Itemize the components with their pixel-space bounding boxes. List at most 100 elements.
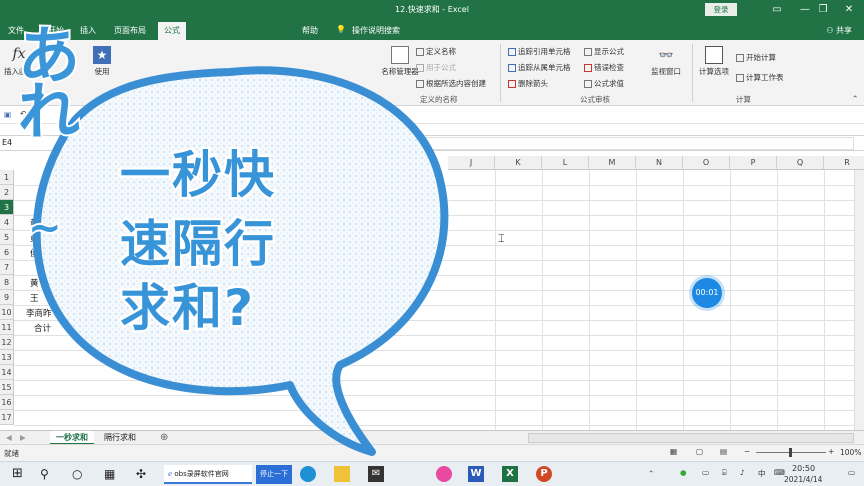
row-header[interactable]: 2 [0,185,14,200]
column-header[interactable]: J [448,156,495,170]
ime-mode-icon[interactable]: 中 [758,468,766,479]
row-header[interactable]: 11 [0,320,14,335]
row-header[interactable]: 14 [0,365,14,380]
search-icon[interactable]: ⚲ [40,466,56,482]
save-icon[interactable]: ▣ [4,110,11,119]
zoom-in-icon[interactable]: + [828,447,834,456]
excel-icon[interactable]: X [502,466,518,482]
trace-dependents-button[interactable]: 追踪从属单元格 [508,62,571,73]
normal-view-icon[interactable]: ▦ [670,447,677,456]
row-header[interactable]: 15 [0,380,14,395]
windows-start-icon[interactable]: ⊞ [12,466,28,482]
column-header[interactable]: R [824,156,864,170]
row-header[interactable]: 8 [0,275,14,290]
remove-arrows-button[interactable]: 删除箭头 [508,78,548,89]
show-formulas-button[interactable]: 显示公式 [584,46,624,57]
column-header[interactable]: K [495,156,542,170]
tab-page-layout[interactable]: 页面布局 [114,25,146,36]
horizontal-scrollbar[interactable] [528,433,854,443]
page-break-view-icon[interactable]: ▤ [720,447,727,456]
table-cell[interactable]: 王 [30,292,39,304]
name-manager-button[interactable]: 名称管理器 [380,46,420,77]
table-cell[interactable]: 黄 [30,277,39,289]
tell-me-search[interactable]: 操作说明搜索 [352,25,400,36]
collapse-ribbon-icon[interactable]: ⌃ [852,94,858,103]
mail-icon[interactable]: ✉ [368,466,384,482]
zoom-out-icon[interactable]: − [744,447,750,456]
zoom-slider-thumb[interactable] [789,448,792,457]
row-header[interactable]: 3 [0,200,14,215]
row-header[interactable]: 17 [0,410,14,425]
tray-app-icon[interactable]: ● [680,468,687,477]
create-from-selection-button[interactable]: 根据所选内容创建 [416,78,486,89]
person-icon: ⚇ [826,26,836,35]
trace-precedents-button[interactable]: 追踪引用单元格 [508,46,571,57]
row-header[interactable]: 5 [0,230,14,245]
zoom-level[interactable]: 100% [840,448,861,457]
row-header[interactable]: 16 [0,395,14,410]
column-header[interactable]: N [636,156,683,170]
headline-line-3: 求和? [118,277,256,340]
gridline [542,170,543,430]
sheet-tab-1[interactable]: 一秒求和 [50,431,94,445]
ime-taskbar-item[interactable]: 停止一下 [256,465,292,484]
define-name-button[interactable]: 定义名称 [416,46,456,57]
powerpoint-icon[interactable]: P [536,466,552,482]
tray-expand-icon[interactable]: ⌃ [648,469,654,478]
row-header[interactable]: 4 [0,215,14,230]
recording-timer[interactable]: 00:01 [692,278,722,308]
watch-window-button[interactable]: 👓 监视窗口 [646,46,686,77]
scroll-left-icon[interactable]: ◀ [6,433,12,442]
task-view-icon[interactable]: ○ [72,466,88,482]
gridline [495,170,496,430]
use-in-formula-button[interactable]: 用于公式 [416,62,456,73]
page-layout-view-icon[interactable]: ▢ [696,447,703,456]
table-cell[interactable]: 合计 [34,322,51,334]
column-header[interactable]: Q [777,156,824,170]
column-header[interactable]: M [589,156,636,170]
tab-formulas[interactable]: 公式 [158,22,186,40]
row-header[interactable]: 10 [0,305,14,320]
error-checking-button[interactable]: 错误检查 [584,62,624,73]
photo-app-icon[interactable] [436,466,452,482]
browser-taskbar-item[interactable]: ℯ obs录屏软件官网 [164,465,252,484]
row-header[interactable]: 7 [0,260,14,275]
row-header[interactable]: 9 [0,290,14,305]
scroll-right-icon[interactable]: ▶ [20,433,26,442]
clock-date[interactable]: 2021/4/14 [784,475,822,484]
tab-help[interactable]: 帮助 [302,25,318,36]
name-box[interactable]: E4 [2,138,12,147]
row-header[interactable]: 6 [0,245,14,260]
add-sheet-icon[interactable]: ⊕ [160,432,168,443]
group-defined-names: 定义的名称 [420,95,458,104]
row-header[interactable]: 12 [0,335,14,350]
ribbon-display-icon[interactable]: ▭ [762,2,792,18]
app-grid-icon[interactable]: ▦ [104,466,120,482]
column-header[interactable]: P [730,156,777,170]
row-header[interactable]: 13 [0,350,14,365]
word-icon[interactable]: W [468,466,484,482]
file-explorer-icon[interactable] [334,466,350,482]
gridline [14,395,864,396]
row-header[interactable]: 1 [0,170,14,185]
battery-icon[interactable]: ▭ [702,468,709,477]
column-header[interactable]: O [683,156,730,170]
column-header[interactable]: L [542,156,589,170]
login-button[interactable]: 登录 [705,3,737,16]
vertical-scrollbar[interactable] [854,170,864,430]
table-cell[interactable]: 李商昨 [26,307,52,319]
calculate-sheet-button[interactable]: 计算工作表 [736,72,784,83]
calculate-now-button[interactable]: 开始计算 [736,52,776,63]
sheet-tab-2[interactable]: 隔行求和 [98,431,142,445]
calculation-options-button[interactable]: 计算选项 [694,46,734,77]
volume-icon[interactable]: ♪ [740,468,745,477]
pinwheel-icon[interactable]: ✣ [136,466,152,482]
close-button[interactable]: ✕ [834,2,864,18]
edge-icon[interactable] [300,466,316,482]
evaluate-formula-button[interactable]: 公式求值 [584,78,624,89]
notification-icon[interactable]: ▭ [848,468,855,477]
network-icon[interactable]: ⌸ [722,468,727,478]
formula-input[interactable] [300,137,854,150]
clock-time[interactable]: 20:50 [792,464,815,473]
share-button[interactable]: ⚇ 共享 [826,25,852,36]
